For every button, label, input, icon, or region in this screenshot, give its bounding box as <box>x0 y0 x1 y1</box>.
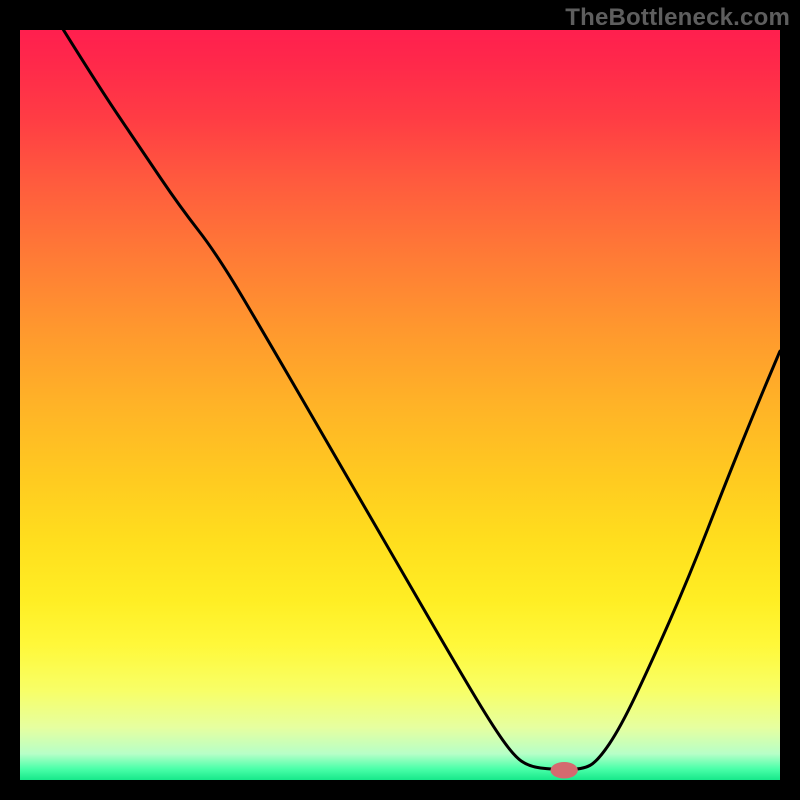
gradient-plot <box>20 30 780 780</box>
plot-area <box>20 30 780 780</box>
watermark-label: TheBottleneck.com <box>565 4 790 32</box>
gradient-background <box>20 30 780 780</box>
optimal-marker <box>550 762 577 779</box>
chart-frame: TheBottleneck.com <box>0 0 800 800</box>
